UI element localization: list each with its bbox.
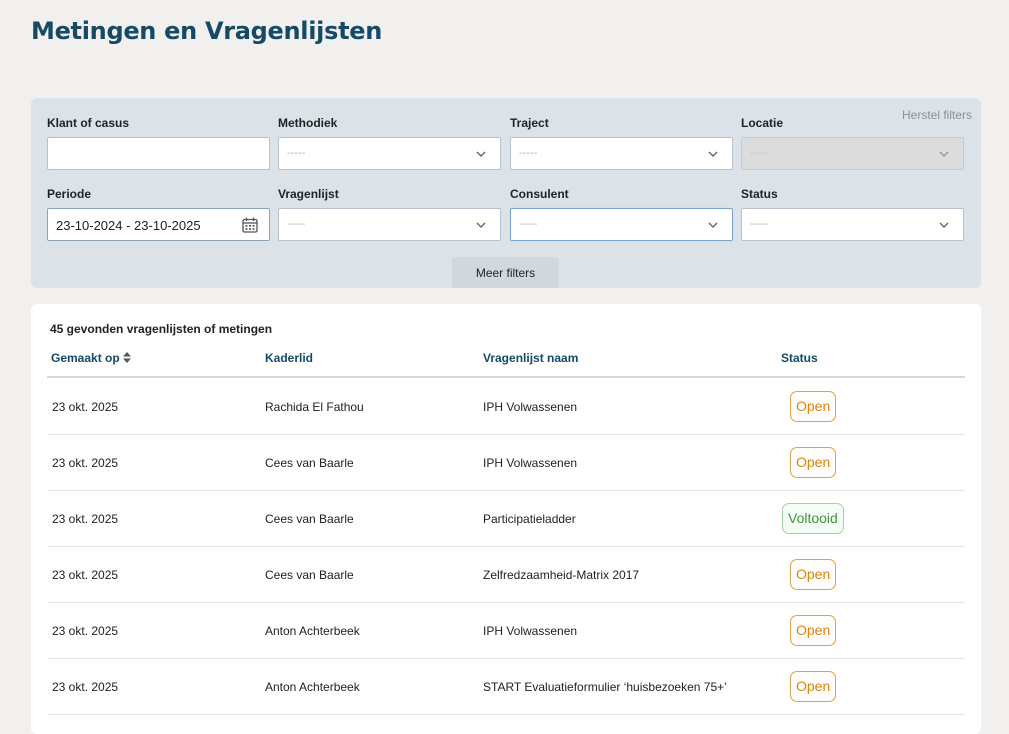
- methodiek-select[interactable]: -----: [278, 137, 501, 170]
- periode-date-range[interactable]: 23-10-2024 - 23-10-2025: [47, 208, 270, 241]
- status-placeholder: -----: [750, 218, 769, 230]
- cell-member: Anton Achterbeek: [265, 680, 360, 694]
- filter-panel: Herstel filters Klant of casus Methodiek…: [31, 98, 981, 288]
- table-row[interactable]: 23 okt. 2025 Anton Achterbeek IPH Volwasse…: [47, 603, 965, 659]
- chevron-down-icon: [708, 222, 718, 228]
- chevron-down-icon: [939, 222, 949, 228]
- locatie-select: -----: [741, 137, 964, 170]
- cell-member: Anton Achterbeek: [265, 624, 360, 638]
- consulent-placeholder: -----: [519, 218, 538, 230]
- filter-periode: Periode 23-10-2024 - 23-10-2025: [47, 187, 270, 241]
- chevron-down-icon: [708, 151, 718, 157]
- klant-input-box[interactable]: [47, 137, 270, 170]
- cell-member: Cees van Baarle: [265, 568, 354, 582]
- cell-created: 23 okt. 2025: [52, 456, 119, 470]
- locatie-placeholder: -----: [750, 147, 769, 159]
- filter-consulent-label: Consulent: [510, 187, 569, 201]
- cell-created: 23 okt. 2025: [52, 624, 119, 638]
- cell-questionnaire: START Evaluatieformulier ‘huisbezoeken 7…: [483, 680, 727, 694]
- table-row[interactable]: 23 okt. 2025 Cees van Baarle IPH Volwassen…: [47, 435, 965, 491]
- klant-input[interactable]: [48, 138, 269, 169]
- filter-status-label: Status: [741, 187, 778, 201]
- filter-status: Status -----: [741, 187, 964, 241]
- cell-created: 23 okt. 2025: [52, 400, 119, 414]
- cell-member: Cees van Baarle: [265, 456, 354, 470]
- methodiek-placeholder: -----: [287, 147, 306, 159]
- table-row[interactable]: 23 okt. 2025 Cees van Baarle Zelfredzaamhe…: [47, 547, 965, 603]
- column-header-questionnaire: Vragenlijst naam: [483, 351, 579, 365]
- status-badge: Open: [790, 559, 837, 590]
- cell-created: 23 okt. 2025: [52, 568, 119, 582]
- filter-methodiek-label: Methodiek: [278, 116, 338, 130]
- status-select[interactable]: -----: [741, 208, 964, 241]
- result-count: 45 gevonden vragenlijsten of metingen: [50, 322, 273, 336]
- filter-periode-label: Periode: [47, 187, 92, 201]
- table-row[interactable]: 23 okt. 2025 Cees van Baarle Participatiel…: [47, 491, 965, 547]
- vragenlijst-select[interactable]: -----: [278, 208, 501, 241]
- more-filters-button[interactable]: Meer filters: [452, 257, 559, 288]
- sort-icon[interactable]: [122, 352, 131, 363]
- vragenlijst-placeholder: -----: [287, 218, 306, 230]
- column-header-created[interactable]: Gemaakt op: [51, 351, 131, 365]
- chevron-down-icon: [939, 151, 949, 157]
- filter-klant-label: Klant of casus: [47, 116, 130, 130]
- filter-klant: Klant of casus: [47, 116, 270, 170]
- results-card: 45 gevonden vragenlijsten of metingen Ge…: [31, 304, 981, 734]
- column-header-created-label: Gemaakt op: [51, 351, 120, 365]
- cell-member: Cees van Baarle: [265, 512, 354, 526]
- status-badge: Open: [790, 615, 837, 646]
- status-badge: Open: [790, 391, 837, 422]
- status-badge: Open: [790, 671, 837, 702]
- cell-questionnaire: IPH Volwassenen: [483, 624, 578, 638]
- table-row[interactable]: 23 okt. 2025 Rachida El Fathou IPH Volwass…: [47, 379, 965, 435]
- filter-consulent: Consulent -----: [510, 187, 733, 241]
- filter-locatie-label: Locatie: [741, 116, 784, 130]
- filter-vragenlijst: Vragenlijst -----: [278, 187, 501, 241]
- cell-member: Rachida El Fathou: [265, 400, 364, 414]
- chevron-down-icon: [476, 151, 486, 157]
- status-badge: Voltooid: [782, 503, 844, 534]
- filter-locatie: Locatie -----: [741, 116, 964, 170]
- traject-select[interactable]: -----: [510, 137, 733, 170]
- traject-placeholder: -----: [519, 147, 538, 159]
- cell-created: 23 okt. 2025: [52, 512, 119, 526]
- column-header-member: Kaderlid: [265, 351, 314, 365]
- table-header: Gemaakt op Kaderlid Vragenlijst naam Sta…: [47, 350, 965, 378]
- calendar-icon[interactable]: [241, 216, 259, 234]
- cell-created: 23 okt. 2025: [52, 680, 119, 694]
- column-header-status: Status: [781, 351, 818, 365]
- filter-vragenlijst-label: Vragenlijst: [278, 187, 339, 201]
- cell-questionnaire: IPH Volwassenen: [483, 456, 578, 470]
- cell-questionnaire: IPH Volwassenen: [483, 400, 578, 414]
- cell-questionnaire: Participatieladder: [483, 512, 576, 526]
- page-title: Metingen en Vragenlijsten: [31, 17, 383, 45]
- cell-questionnaire: Zelfredzaamheid-Matrix 2017: [483, 568, 640, 582]
- filter-traject-label: Traject: [510, 116, 549, 130]
- consulent-select[interactable]: -----: [510, 208, 733, 241]
- table-row[interactable]: 23 okt. 2025 Anton Achterbeek START Evalua…: [47, 659, 965, 715]
- chevron-down-icon: [476, 222, 486, 228]
- periode-value: 23-10-2024 - 23-10-2025: [56, 218, 201, 233]
- filter-traject: Traject -----: [510, 116, 733, 170]
- filter-methodiek: Methodiek -----: [278, 116, 501, 170]
- status-badge: Open: [790, 447, 837, 478]
- results-table-body: 23 okt. 2025 Rachida El Fathou IPH Volwass…: [47, 379, 965, 715]
